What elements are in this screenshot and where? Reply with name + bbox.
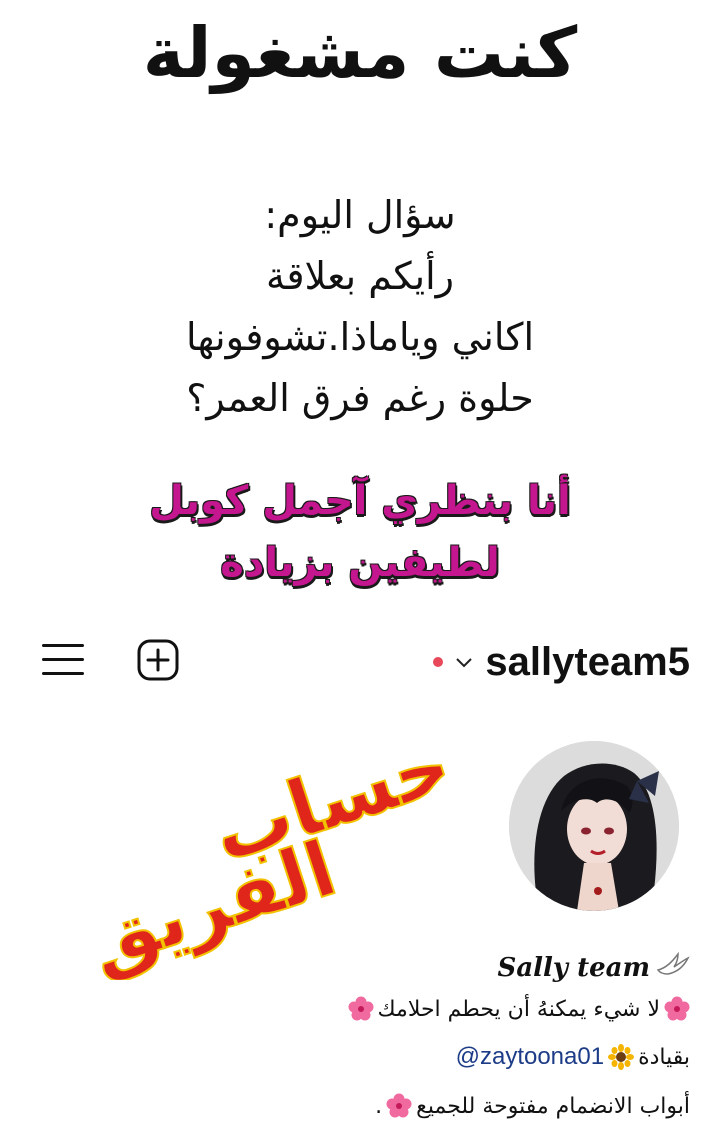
bio-prefix: بقيادة: [638, 1044, 690, 1070]
bird-icon: [656, 950, 690, 985]
page-title: كنت مشغولة: [142, 12, 578, 94]
question-line: سؤال اليوم:: [264, 193, 456, 237]
answer-line: أنا بنظري آجمل كوبل: [149, 478, 571, 524]
hibiscus-icon: [664, 996, 690, 1022]
bio-text: لا شيء يمكنهُ أن يحطم احلامك: [377, 996, 661, 1022]
hibiscus-icon: [348, 996, 374, 1022]
bio-line-1: لا شيء يمكنهُ أن يحطم احلامك: [348, 996, 691, 1022]
hamburger-icon[interactable]: [42, 640, 86, 680]
mention-link[interactable]: @zaytoona01: [456, 1043, 604, 1071]
hibiscus-icon: [386, 1093, 412, 1119]
bio-text: أبواب الانضمام مفتوحة للجميع: [416, 1093, 690, 1119]
question-block: سؤال اليوم: رأيكم بعلاقة اكاني وياماذا.ت…: [60, 185, 660, 429]
plus-square-icon[interactable]: [136, 638, 180, 682]
chevron-down-icon[interactable]: [455, 650, 473, 674]
account-switcher[interactable]: sallyteam5: [433, 632, 690, 692]
bio-suffix: .: [375, 1093, 383, 1119]
avatar[interactable]: [509, 741, 679, 911]
username[interactable]: sallyteam5: [485, 640, 690, 685]
svg-text:الفريق: الفريق: [77, 823, 346, 980]
answer-block: أنا بنظري آجمل كوبل لطيفين بزيادة: [60, 470, 660, 594]
question-line: اكاني وياماذا.تشوفونها: [185, 315, 535, 359]
question-line: رأيكم بعلاقة: [266, 254, 454, 298]
calligraphy-logo: حساب الفريق: [40, 719, 462, 988]
question-line: حلوة رغم فرق العمر؟: [186, 376, 534, 420]
bio-line-3: أبواب الانضمام مفتوحة للجميع .: [375, 1093, 690, 1119]
notification-dot: [433, 657, 444, 667]
bio-line-2: بقيادة @zaytoona01: [456, 1043, 690, 1071]
bio-name-text: Sally team: [497, 952, 650, 983]
answer-line: لطيفين بزيادة: [220, 540, 500, 586]
sunflower-icon: [608, 1044, 635, 1070]
bio-name: Sally team: [498, 950, 690, 985]
